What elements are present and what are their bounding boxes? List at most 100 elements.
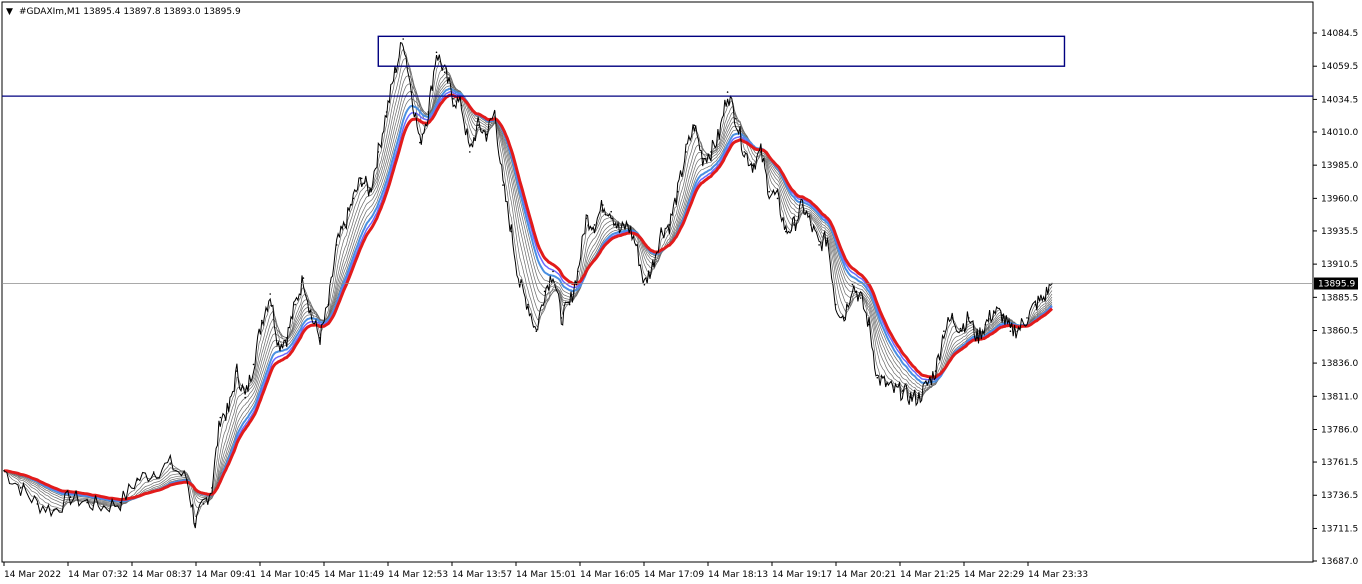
price-point [993,310,995,313]
price-point [610,210,612,213]
price-point [286,337,288,339]
price-point [36,503,39,505]
y-tick-label: 13960.0 [1321,194,1358,204]
price-point [103,505,105,508]
price-point [236,370,238,372]
price-point [743,151,746,153]
price-point [252,363,255,366]
price-point [768,190,770,193]
price-point [676,190,679,193]
price-point [668,224,671,226]
price-point [801,204,804,206]
y-tick-label: 13736.5 [1321,491,1358,501]
x-tick-label: 14 Mar 10:45 [260,570,320,580]
price-point [560,317,563,319]
x-tick-label: 14 Mar 09:41 [196,570,256,580]
price-point [352,197,355,200]
x-tick-label: 14 Mar 12:53 [388,570,448,580]
price-point [277,343,280,346]
y-tick-label: 13761.5 [1321,458,1358,468]
price-point [718,133,721,136]
x-tick-label: 14 Mar 11:49 [324,570,384,580]
y-tick-label: 13786.0 [1321,425,1358,435]
price-point [244,396,246,399]
price-point [493,111,496,113]
price-point [485,133,488,136]
price-point [136,479,138,481]
x-tick-label: 14 Mar 15:01 [516,570,576,580]
price-point [710,151,712,153]
x-tick-label: 14 Mar 16:05 [580,570,640,580]
x-tick-label: 14 Mar 19:17 [772,570,832,580]
price-point [851,283,854,286]
y-tick-label: 13711.5 [1321,524,1358,534]
price-point [510,230,513,233]
price-point [859,297,862,299]
price-point [535,330,538,333]
price-point [369,190,371,193]
price-point [751,164,754,166]
y-tick-label: 14084.5 [1321,29,1358,39]
price-point [843,317,845,319]
price-point [793,224,795,226]
price-point [826,237,829,239]
price-point [627,224,629,226]
price-point [726,91,729,93]
price-point [119,501,122,504]
price-point [419,141,421,144]
price-point [344,224,346,226]
price-point [893,390,895,392]
y-tick-label: 14034.5 [1321,95,1358,105]
price-point [19,487,22,489]
x-tick-label: 14 Mar 18:13 [708,570,768,580]
price-point [3,469,5,472]
price-point [202,503,205,505]
price-point [834,303,837,306]
price-point [968,317,970,319]
price-point [918,396,920,399]
price-point [427,111,430,113]
price-point [394,71,396,73]
price-point [377,151,380,153]
price-point [527,303,529,306]
price-point [1009,330,1012,333]
price-point [693,124,696,127]
price-point [643,283,646,286]
price-point [652,264,654,266]
price-chart[interactable]: 14084.5 14059.5 14034.5 14010.0 13985.0 13960… [0,0,1362,584]
price-point [502,184,504,186]
y-tick-label: 14059.5 [1321,62,1358,72]
price-point [327,303,330,306]
plot-area [1,1,1314,563]
x-tick-label: 14 Mar 2022 [4,570,61,580]
y-tick-label: 13885.5 [1321,293,1358,303]
price-point [169,463,172,465]
price-point [460,104,463,107]
price-point [810,224,812,226]
price-point [635,244,637,246]
price-point [901,390,904,392]
x-tick-label: 14 Mar 13:57 [452,570,512,580]
price-point [959,327,962,330]
price-point [735,117,737,120]
x-tick-label: 14 Mar 08:37 [132,570,192,580]
price-point [518,283,521,286]
y-tick-label: 13935.5 [1321,227,1358,237]
price-point [943,330,945,333]
price-point [219,416,222,419]
price-point [1042,297,1045,299]
x-tick-label: 14 Mar 07:32 [68,570,128,580]
chart-menu-arrow-icon[interactable]: ▼ [6,7,13,17]
price-point [602,204,604,206]
price-point [760,151,762,153]
price-point [410,91,413,93]
x-tick-label: 14 Mar 21:25 [900,570,960,580]
price-point [477,124,479,127]
price-point [319,337,321,339]
price-point [385,111,388,113]
price-point [211,487,213,489]
price-point [552,270,554,273]
price-point [618,230,621,233]
price-point [876,376,879,379]
price-point [194,523,197,525]
